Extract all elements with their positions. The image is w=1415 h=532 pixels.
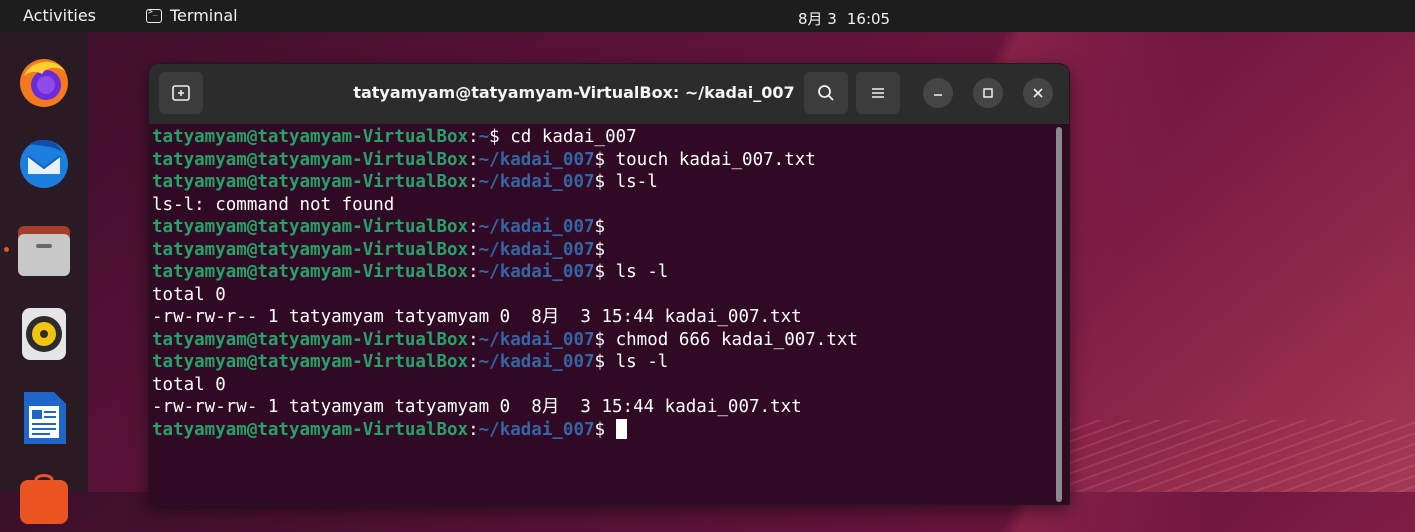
rhythmbox-icon[interactable]	[16, 306, 72, 362]
command-text: touch kadai_007.txt	[605, 149, 816, 170]
prompt-symbol: $	[594, 239, 606, 260]
text-cursor	[615, 418, 627, 439]
menu-button[interactable]	[856, 72, 900, 114]
prompt-path: ~/kadai_007	[478, 172, 595, 192]
prompt-line: tatyamyam@tatyamyam-VirtualBox:~$ cd kad…	[152, 126, 1055, 149]
prompt-user-host: tatyamyam@tatyamyam-VirtualBox	[152, 149, 469, 170]
prompt-symbol: $	[594, 329, 606, 350]
minimize-icon	[934, 94, 942, 96]
command-text: ls -l	[605, 352, 669, 372]
prompt-user-host: tatyamyam@tatyamyam-VirtualBox	[152, 217, 469, 237]
command-text: ls -l	[605, 262, 669, 282]
files-icon[interactable]	[16, 222, 72, 278]
hamburger-icon	[872, 88, 884, 98]
prompt-path: ~/kadai_007	[478, 329, 595, 350]
prompt-user-host: tatyamyam@tatyamyam-VirtualBox	[152, 329, 469, 350]
prompt-symbol: $	[594, 352, 606, 372]
prompt-symbol: $	[489, 127, 500, 147]
maximize-button[interactable]	[973, 78, 1003, 108]
prompt-line: tatyamyam@tatyamyam-VirtualBox:~/kadai_0…	[152, 351, 1055, 374]
running-indicator	[4, 247, 9, 252]
prompt-separator: :	[468, 329, 479, 350]
prompt-path: ~/kadai_007	[478, 149, 595, 170]
prompt-symbol: $	[594, 149, 606, 170]
libreoffice-writer-icon[interactable]	[16, 390, 72, 446]
prompt-line: tatyamyam@tatyamyam-VirtualBox:~/kadai_0…	[152, 149, 1055, 172]
terminal-output[interactable]: tatyamyam@tatyamyam-VirtualBox:~$ cd kad…	[149, 124, 1055, 504]
prompt-path: ~/kadai_007	[478, 262, 595, 282]
clock[interactable]: 8月 3 16:05	[798, 8, 900, 29]
app-menu-label: Terminal	[170, 6, 238, 25]
prompt-path: ~/kadai_007	[478, 419, 595, 440]
prompt-separator: :	[468, 352, 479, 372]
prompt-user-host: tatyamyam@tatyamyam-VirtualBox	[152, 239, 469, 260]
scrollbar[interactable]	[1056, 127, 1062, 502]
command-text: ls-l	[605, 172, 658, 192]
window-title: tatyamyam@tatyamyam-VirtualBox: ~/kadai_…	[353, 83, 795, 102]
prompt-symbol: $	[594, 262, 606, 282]
prompt-line: tatyamyam@tatyamyam-VirtualBox:~/kadai_0…	[152, 239, 1055, 262]
prompt-path: ~/kadai_007	[478, 217, 595, 237]
prompt-separator: :	[468, 149, 479, 170]
clock-date: 8月 3	[798, 10, 837, 28]
search-button[interactable]	[804, 72, 848, 114]
prompt-symbol: $	[594, 419, 606, 440]
command-text: chmod 666 kadai_007.txt	[605, 329, 858, 350]
prompt-user-host: tatyamyam@tatyamyam-VirtualBox	[152, 352, 469, 372]
prompt-separator: :	[468, 172, 479, 192]
prompt-separator: :	[468, 217, 479, 237]
terminal-window[interactable]: tatyamyam@tatyamyam-VirtualBox: ~/kadai_…	[149, 64, 1069, 504]
maximize-icon	[983, 88, 993, 98]
prompt-symbol: $	[594, 172, 606, 192]
prompt-user-host: tatyamyam@tatyamyam-VirtualBox	[152, 127, 469, 147]
clock-time: 16:05	[846, 10, 891, 28]
output-line: -rw-rw-r-- 1 tatyamyam tatyamyam 0 8月 3 …	[152, 307, 802, 327]
prompt-line: tatyamyam@tatyamyam-VirtualBox:~/kadai_0…	[152, 418, 1055, 442]
output-line: ls-l: command not found	[152, 194, 395, 215]
thunderbird-icon[interactable]	[16, 134, 72, 190]
dock	[0, 32, 88, 524]
close-icon	[1033, 88, 1043, 98]
prompt-user-host: tatyamyam@tatyamyam-VirtualBox	[152, 172, 469, 192]
prompt-path: ~/kadai_007	[478, 239, 595, 260]
prompt-separator: :	[468, 127, 479, 147]
prompt-symbol: $	[594, 217, 606, 237]
output-line: total 0	[152, 374, 226, 395]
search-icon	[818, 85, 834, 101]
prompt-separator: :	[468, 239, 479, 260]
command-text: cd kadai_007	[499, 127, 637, 147]
wallpaper-decoration	[1068, 420, 1415, 492]
app-menu[interactable]: Terminal	[146, 6, 238, 25]
prompt-user-host: tatyamyam@tatyamyam-VirtualBox	[152, 262, 469, 282]
prompt-line: tatyamyam@tatyamyam-VirtualBox:~/kadai_0…	[152, 329, 1055, 352]
firefox-icon[interactable]	[16, 54, 72, 110]
window-headerbar[interactable]: tatyamyam@tatyamyam-VirtualBox: ~/kadai_…	[149, 64, 1069, 124]
minimize-button[interactable]	[923, 78, 953, 108]
terminal-icon	[146, 7, 162, 23]
prompt-line: tatyamyam@tatyamyam-VirtualBox:~/kadai_0…	[152, 216, 1055, 239]
activities-button[interactable]: Activities	[23, 6, 96, 25]
prompt-user-host: tatyamyam@tatyamyam-VirtualBox	[152, 419, 469, 440]
new-tab-button[interactable]	[159, 72, 203, 114]
prompt-separator: :	[468, 419, 479, 440]
new-tab-icon	[172, 85, 190, 101]
prompt-path: ~	[478, 127, 490, 147]
output-line: -rw-rw-rw- 1 tatyamyam tatyamyam 0 8月 3 …	[152, 397, 802, 417]
prompt-path: ~/kadai_007	[478, 352, 595, 372]
output-line: total 0	[152, 284, 226, 305]
prompt-separator: :	[468, 262, 479, 282]
prompt-line: tatyamyam@tatyamyam-VirtualBox:~/kadai_0…	[152, 171, 1055, 194]
software-center-icon[interactable]	[16, 472, 72, 528]
prompt-line: tatyamyam@tatyamyam-VirtualBox:~/kadai_0…	[152, 261, 1055, 284]
top-bar: Activities Terminal 8月 3 16:05	[0, 0, 1415, 32]
close-button[interactable]	[1023, 78, 1053, 108]
